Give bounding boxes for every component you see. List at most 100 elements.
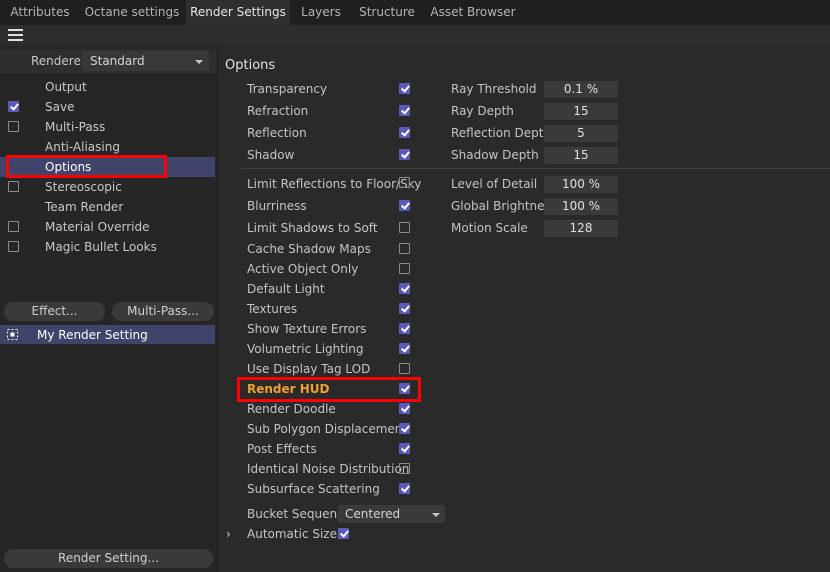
option-label: Post Effects — [247, 442, 317, 456]
sidebar-item-multi-pass[interactable]: Multi-Pass — [0, 117, 215, 137]
sidebar-item-label: Material Override — [45, 220, 150, 234]
option-label: Reflection — [247, 126, 307, 140]
options-highlight-box — [6, 155, 167, 178]
option-label: Render Doodle — [247, 402, 336, 416]
magic-bullet-looks-checkbox[interactable] — [8, 241, 19, 252]
volumetric-lighting-checkbox[interactable] — [399, 343, 410, 354]
multi-pass-button[interactable]: Multi-Pass... — [112, 302, 214, 321]
sidebar-item-stereoscopic[interactable]: Stereoscopic — [0, 177, 215, 197]
option-label: Volumetric Lighting — [247, 342, 364, 356]
use-display-tag-lod-checkbox[interactable] — [399, 363, 410, 374]
post-effects-checkbox[interactable] — [399, 443, 410, 454]
sidebar-item-magic-bullet-looks[interactable]: Magic Bullet Looks — [0, 237, 215, 257]
renderer-label: Renderer — [31, 54, 86, 68]
ray-depth-label: Ray Depth — [451, 104, 514, 118]
option-label: Show Texture Errors — [247, 322, 367, 336]
bucket-sequence-value: Centered — [345, 507, 401, 521]
render-setting-name: My Render Setting — [37, 328, 148, 342]
sidebar-item-label: Team Render — [45, 200, 124, 214]
tab-render-settings[interactable]: Render Settings — [186, 0, 290, 25]
option-label: Default Light — [247, 282, 325, 296]
effect-button[interactable]: Effect... — [4, 302, 105, 321]
option-label: Active Object Only — [247, 262, 359, 276]
option-label: Transparency — [247, 82, 328, 96]
chevron-down-icon — [432, 513, 440, 517]
option-label: Refraction — [247, 104, 309, 118]
tab-layers[interactable]: Layers — [290, 0, 352, 25]
sidebar-item-label: Magic Bullet Looks — [45, 240, 157, 254]
sidebar-item-label: Multi-Pass — [45, 120, 106, 134]
option-label: Use Display Tag LOD — [247, 362, 371, 376]
sidebar-item-output[interactable]: Output — [0, 77, 215, 97]
ray-threshold-label: Ray Threshold — [451, 82, 537, 96]
render-setting-button[interactable]: Render Setting... — [4, 549, 213, 568]
level-of-detail-label: Level of Detail — [451, 177, 538, 191]
reflection-depth-label: Reflection Depth — [451, 126, 552, 140]
reflection-depth-field[interactable]: 5 — [544, 125, 618, 142]
save-checkbox[interactable] — [8, 101, 19, 112]
option-label: Identical Noise Distribution — [247, 462, 410, 476]
sidebar-item-label: Save — [45, 100, 75, 114]
page-title: Options — [225, 58, 276, 73]
bucket-sequence-label: Bucket Sequence — [247, 507, 352, 521]
shadow-depth-field[interactable]: 15 — [544, 147, 618, 164]
automatic-size-checkbox[interactable] — [338, 528, 349, 539]
divider — [241, 168, 830, 169]
material-override-checkbox[interactable] — [8, 221, 19, 232]
level-of-detail-field[interactable]: 100 % — [544, 176, 618, 193]
tab-octane-settings[interactable]: Octane settings — [80, 0, 184, 25]
menu-strip — [0, 25, 830, 45]
identical-noise-distribution-checkbox[interactable] — [399, 463, 410, 474]
renderer-value: Standard — [90, 54, 145, 68]
shadow-depth-label: Shadow Depth — [451, 148, 539, 162]
automatic-size-label: Automatic Size — [247, 527, 337, 541]
render-setting-icon — [7, 329, 18, 340]
chevron-right-icon[interactable]: › — [226, 527, 231, 541]
global-brightness-field[interactable]: 100 % — [544, 198, 618, 215]
hamburger-menu-icon[interactable] — [8, 29, 23, 41]
stereoscopic-checkbox[interactable] — [8, 181, 19, 192]
limit-shadows-checkbox[interactable] — [399, 222, 410, 233]
sub-polygon-displacement-checkbox[interactable] — [399, 423, 410, 434]
chevron-down-icon — [195, 60, 203, 64]
option-label: Limit Reflections to Floor/Sky — [247, 177, 422, 191]
ray-depth-field[interactable]: 15 — [544, 103, 618, 120]
render-doodle-checkbox[interactable] — [399, 403, 410, 414]
option-label: Cache Shadow Maps — [247, 242, 371, 256]
option-label: Shadow — [247, 148, 295, 162]
blurriness-checkbox[interactable] — [399, 200, 410, 211]
option-label: Limit Shadows to Soft — [247, 221, 378, 235]
textures-checkbox[interactable] — [399, 303, 410, 314]
motion-scale-field[interactable]: 128 — [544, 220, 618, 237]
transparency-checkbox[interactable] — [399, 83, 410, 94]
multi-pass-checkbox[interactable] — [8, 121, 19, 132]
option-label: Sub Polygon Displacement — [247, 422, 408, 436]
sidebar-item-anti-aliasing[interactable]: Anti-Aliasing — [0, 137, 215, 157]
tab-bar: Attributes Octane settings Render Settin… — [0, 0, 830, 26]
global-brightness-label: Global Brightness — [451, 199, 558, 213]
default-light-checkbox[interactable] — [399, 283, 410, 294]
tab-attributes[interactable]: Attributes — [0, 0, 80, 25]
sidebar-item-save[interactable]: Save — [0, 97, 215, 117]
reflection-checkbox[interactable] — [399, 127, 410, 138]
sidebar-item-label: Output — [45, 80, 87, 94]
tab-asset-browser[interactable]: Asset Browser — [422, 0, 524, 25]
sidebar-item-team-render[interactable]: Team Render — [0, 197, 215, 217]
tab-structure[interactable]: Structure — [352, 0, 422, 25]
option-label: Subsurface Scattering — [247, 482, 380, 496]
subsurface-scattering-checkbox[interactable] — [399, 483, 410, 494]
sidebar-item-label: Stereoscopic — [45, 180, 122, 194]
render-hud-highlight-box — [237, 377, 421, 402]
option-label: Textures — [247, 302, 298, 316]
ray-threshold-field[interactable]: 0.1 % — [544, 81, 618, 98]
sidebar-item-label: Anti-Aliasing — [45, 140, 120, 154]
sidebar-item-material-override[interactable]: Material Override — [0, 217, 215, 237]
show-texture-errors-checkbox[interactable] — [399, 323, 410, 334]
cache-shadow-maps-checkbox[interactable] — [399, 243, 410, 254]
active-object-only-checkbox[interactable] — [399, 263, 410, 274]
refraction-checkbox[interactable] — [399, 105, 410, 116]
limit-reflections-checkbox[interactable] — [399, 177, 410, 188]
render-settings-list: Output Save Multi-Pass Anti-Aliasing Opt… — [0, 77, 215, 292]
motion-scale-label: Motion Scale — [451, 221, 528, 235]
shadow-checkbox[interactable] — [399, 149, 410, 160]
